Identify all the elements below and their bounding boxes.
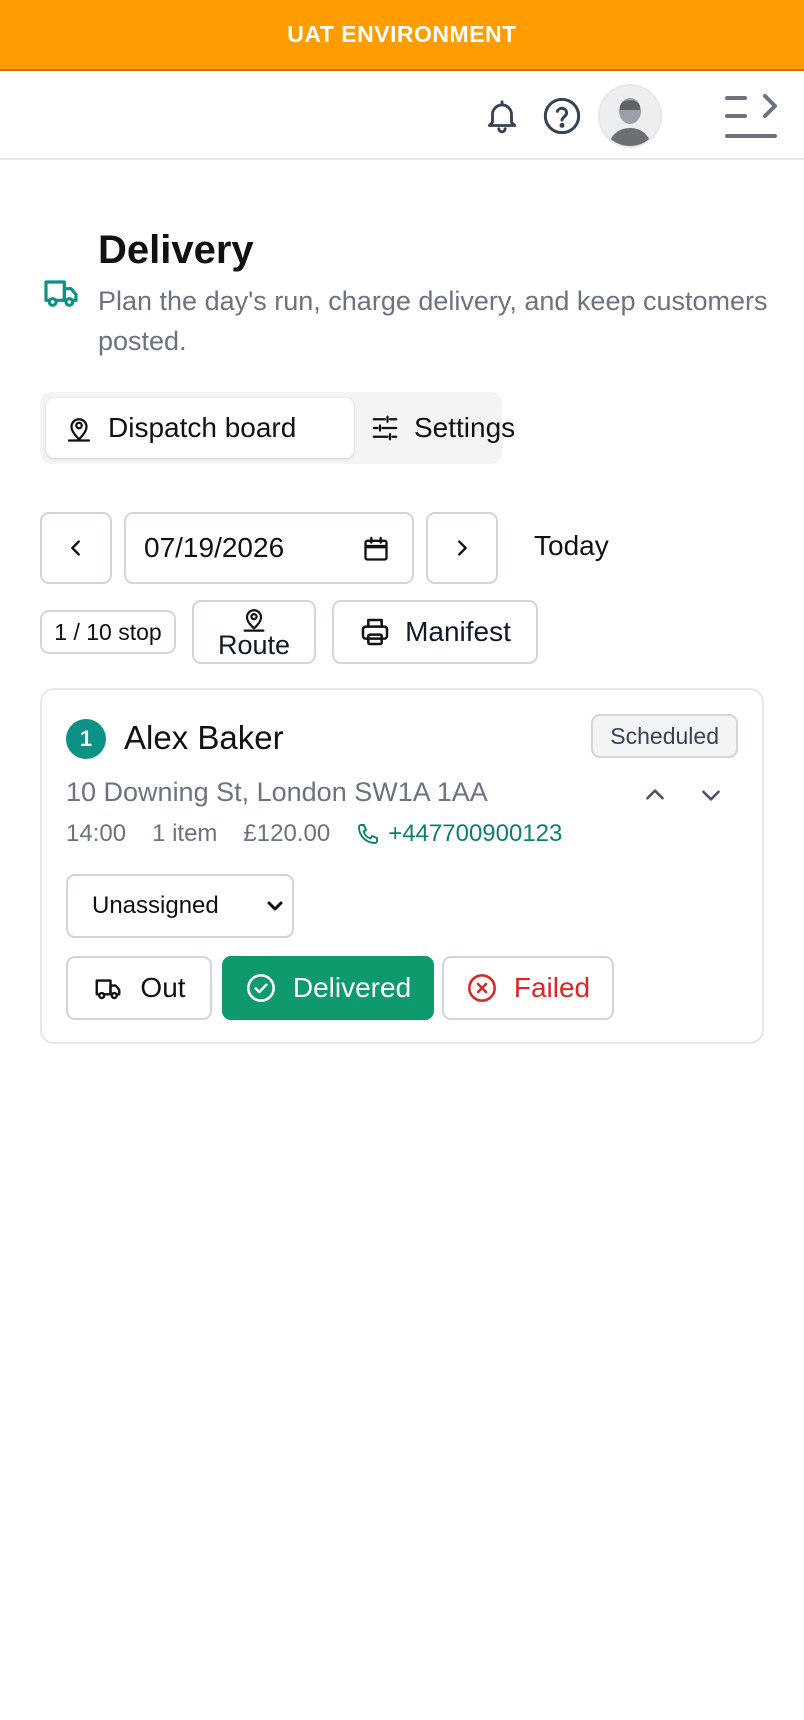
map-pin-user-icon bbox=[67, 418, 91, 442]
tab-settings-label: Settings bbox=[414, 412, 516, 443]
customer-name: Alex Baker bbox=[124, 719, 284, 756]
page-title: Delivery bbox=[98, 228, 254, 272]
stop-meta: 14:00 1 item £120.00 +447700900123 bbox=[66, 820, 588, 848]
help-icon[interactable] bbox=[540, 94, 584, 138]
date-input[interactable]: 07/19/2026 bbox=[124, 512, 414, 584]
out-for-delivery-button[interactable]: Out bbox=[66, 956, 212, 1020]
status-badge: Scheduled bbox=[591, 714, 738, 758]
phone-link[interactable]: +447700900123 bbox=[356, 820, 588, 848]
driver-select[interactable]: Unassigned bbox=[66, 874, 294, 938]
x-circle-icon bbox=[467, 974, 496, 1002]
chevron-down-icon bbox=[267, 901, 283, 911]
delivered-label: Delivered bbox=[292, 972, 412, 1003]
delivered-button[interactable]: Delivered bbox=[222, 956, 434, 1020]
environment-banner: UAT ENVIRONMENT bbox=[0, 0, 804, 71]
move-up-button[interactable] bbox=[638, 778, 672, 812]
printer-icon bbox=[361, 618, 389, 646]
truck-icon bbox=[40, 272, 82, 312]
tab-dispatch-board-label: Dispatch board bbox=[108, 412, 297, 443]
map-pin-icon bbox=[243, 609, 265, 632]
driver-select-value: Unassigned bbox=[92, 892, 219, 919]
stop-address: 10 Downing St, London SW1A 1AA bbox=[66, 777, 488, 807]
sliders-icon bbox=[372, 415, 398, 441]
out-label: Out bbox=[140, 972, 186, 1003]
chevron-right-icon bbox=[458, 540, 467, 556]
stop-card: 1 Alex Baker Scheduled 10 Downing St, Lo… bbox=[40, 688, 764, 1044]
view-tabs: Dispatch board Settings bbox=[40, 392, 515, 464]
calendar-icon[interactable] bbox=[362, 535, 390, 568]
chevron-down-icon bbox=[702, 790, 720, 801]
tab-dispatch-board[interactable]: Dispatch board bbox=[46, 398, 354, 458]
chevron-up-icon bbox=[646, 789, 664, 800]
failed-button[interactable]: Failed bbox=[442, 956, 614, 1020]
phone-icon bbox=[358, 824, 379, 844]
top-bar bbox=[0, 71, 804, 160]
phone-number: +447700900123 bbox=[388, 820, 563, 847]
failed-label: Failed bbox=[513, 972, 591, 1003]
stop-number: 1 bbox=[66, 719, 106, 759]
previous-day-button[interactable] bbox=[40, 512, 112, 584]
truck-icon bbox=[95, 979, 121, 1000]
environment-banner-label: UAT ENVIRONMENT bbox=[287, 21, 517, 47]
tab-settings[interactable]: Settings bbox=[362, 398, 515, 458]
today-button[interactable]: Today bbox=[534, 530, 609, 562]
page-subtitle: Plan the day's run, charge delivery, and… bbox=[98, 286, 768, 356]
stop-items: 1 item bbox=[152, 820, 218, 847]
manifest-label: Manifest bbox=[405, 616, 511, 647]
stop-time: 14:00 bbox=[66, 820, 127, 847]
date-value: 07/19/2026 bbox=[144, 532, 285, 563]
next-day-button[interactable] bbox=[426, 512, 498, 584]
move-down-button[interactable] bbox=[694, 778, 728, 812]
route-label: Route bbox=[217, 630, 291, 660]
stop-count-badge: 1 / 10 stop bbox=[40, 610, 176, 654]
sidebar-toggle-icon[interactable] bbox=[720, 89, 782, 145]
bell-icon[interactable] bbox=[480, 94, 524, 138]
route-button[interactable]: Route bbox=[192, 600, 316, 664]
chevron-left-icon bbox=[71, 540, 80, 556]
stop-amount: £120.00 bbox=[243, 820, 331, 847]
avatar[interactable] bbox=[598, 84, 662, 148]
manifest-button[interactable]: Manifest bbox=[332, 600, 538, 664]
check-circle-icon bbox=[246, 974, 275, 1002]
